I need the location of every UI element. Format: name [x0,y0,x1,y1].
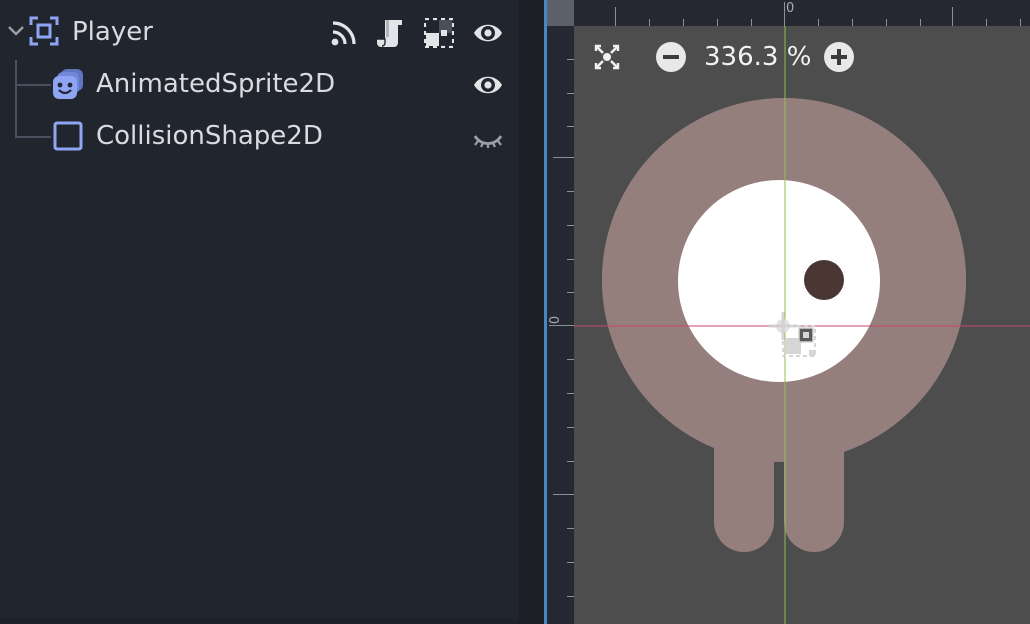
chevron-down-icon[interactable] [7,24,25,38]
node-name-animated-sprite: AnimatedSprite2D [96,69,336,99]
visibility-hidden-icon[interactable] [472,132,504,150]
character-eye [678,180,880,382]
tree-item-player[interactable]: Player [0,10,519,54]
dock-splitter[interactable] [519,0,544,624]
node-name-player: Player [72,17,153,47]
node2d-icon [29,16,59,46]
collision-shape-icon [53,121,83,151]
visibility-icon[interactable] [472,71,504,99]
plus-icon-v [837,49,841,65]
ruler-horizontal[interactable]: 0 [547,0,1030,26]
scene-tree-panel: Player AnimatedSprite2D CollisionShape2D [0,0,519,618]
group-icon[interactable] [424,18,454,48]
tree-item-collision-shape[interactable]: CollisionShape2D [0,114,519,158]
zoom-percentage[interactable]: 336.3 % [704,42,811,72]
animated-sprite-icon [52,68,84,100]
zoom-in-button[interactable] [824,42,854,72]
ruler-left-zero-label: 0 [548,315,564,325]
ruler-top-zero-label: 0 [786,1,795,16]
center-view-icon[interactable] [592,42,622,72]
signal-icon[interactable] [330,19,358,47]
visibility-icon[interactable] [472,19,504,47]
node-name-collision-shape: CollisionShape2D [96,121,323,151]
character-pupil [804,260,844,300]
ruler-corner [547,0,574,26]
minus-icon [663,55,679,59]
canvas-viewport[interactable]: 0 0 336.3 % [547,0,1030,624]
ruler-vertical[interactable]: 0 [547,0,574,624]
tree-item-animated-sprite[interactable]: AnimatedSprite2D [0,62,519,106]
canvas-content [547,0,1030,624]
zoom-out-button[interactable] [656,42,686,72]
script-icon[interactable] [376,17,406,49]
